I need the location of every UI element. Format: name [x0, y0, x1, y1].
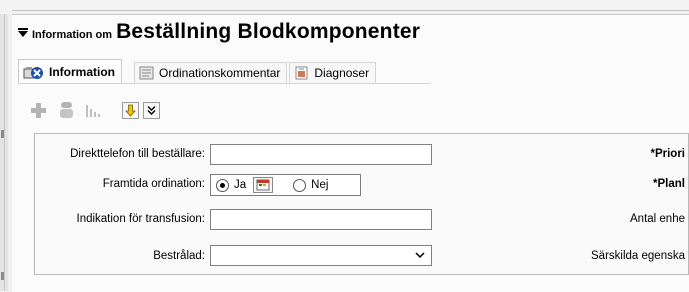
section-header: Information om Beställning Blodkomponent… — [18, 20, 420, 48]
bar-chart-icon[interactable] — [84, 100, 106, 120]
page-title: Beställning Blodkomponenter — [116, 20, 421, 43]
toolbar — [28, 98, 164, 122]
add-icon[interactable] — [28, 100, 50, 120]
indikation-label: Indikation för transfusion: — [76, 213, 206, 225]
framtida-nej-label: Nej — [311, 179, 329, 191]
planl-label: *Planl — [653, 178, 685, 190]
top-divider — [12, 10, 689, 11]
diagnosis-icon — [294, 66, 310, 80]
tab-information[interactable]: Information — [18, 59, 122, 83]
tab-diagnoser-label: Diagnoser — [314, 66, 370, 80]
move-down-button[interactable] — [122, 101, 139, 119]
bestralad-select[interactable] — [210, 245, 432, 266]
indikation-input[interactable] — [210, 209, 432, 230]
tab-ordinationskommentar-label: Ordinationskommentar — [159, 66, 281, 80]
notes-icon — [139, 66, 155, 80]
tab-information-label: Information — [49, 64, 115, 79]
framtida-ja-label: Ja — [234, 179, 247, 191]
tab-diagnoser[interactable]: Diagnoser — [289, 62, 377, 83]
bestralad-label: Bestrålad: — [153, 250, 205, 262]
tab-ordinationskommentar[interactable]: Ordinationskommentar — [134, 62, 288, 83]
direkttelefon-input[interactable] — [210, 144, 432, 165]
header-prefix: Information om — [32, 29, 113, 41]
sarskilda-label: Särskilda egenska — [591, 250, 685, 262]
chevron-down-icon[interactable] — [409, 246, 431, 265]
blood-bag-icon[interactable] — [56, 100, 78, 120]
direkttelefon-label: Direkttelefon till beställare: — [70, 148, 205, 160]
calendar-icon[interactable] — [253, 177, 274, 193]
gutter-marker — [1, 130, 4, 138]
priori-label: *Priori — [650, 148, 685, 160]
information-tab-icon — [23, 65, 43, 79]
gutter-marker — [1, 272, 4, 280]
framtida-label: Framtida ordination: — [102, 178, 205, 190]
framtida-radio-group: Ja Nej — [210, 174, 361, 196]
antal-label: Antal enhe — [630, 213, 685, 225]
expand-all-button[interactable] — [143, 101, 160, 119]
framtida-ja-radio[interactable] — [216, 178, 229, 192]
tab-bar: Information Ordinationskommentar Diagnos… — [18, 59, 378, 83]
top-strip — [0, 0, 689, 14]
gutter-separator — [4, 14, 5, 291]
left-gutter — [0, 14, 8, 291]
tabs-underline — [18, 83, 431, 84]
collapse-icon[interactable] — [18, 28, 28, 37]
framtida-nej-radio[interactable] — [293, 178, 307, 192]
